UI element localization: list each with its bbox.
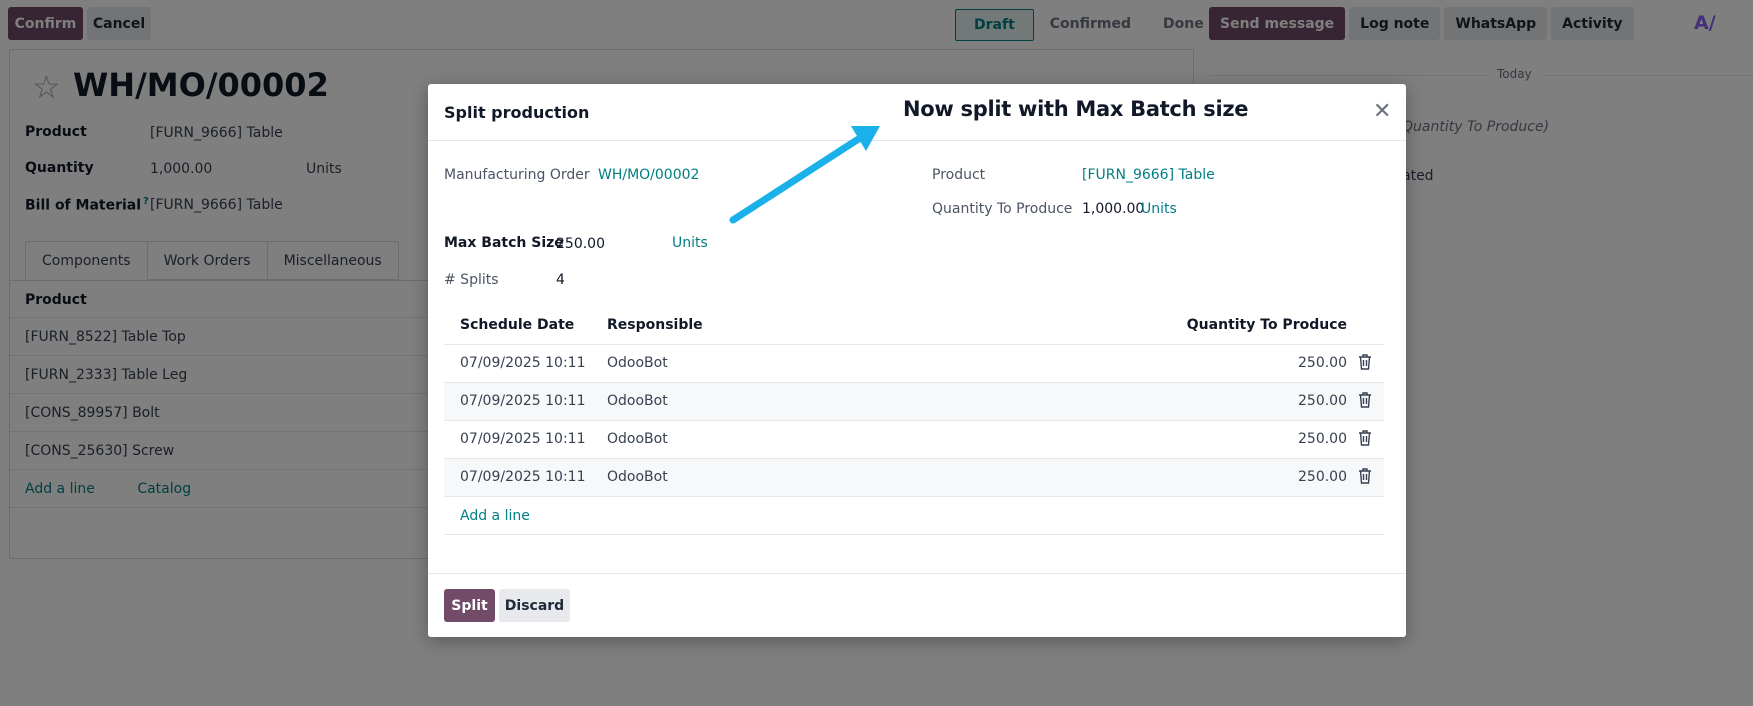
annotation-arrow <box>729 126 880 224</box>
